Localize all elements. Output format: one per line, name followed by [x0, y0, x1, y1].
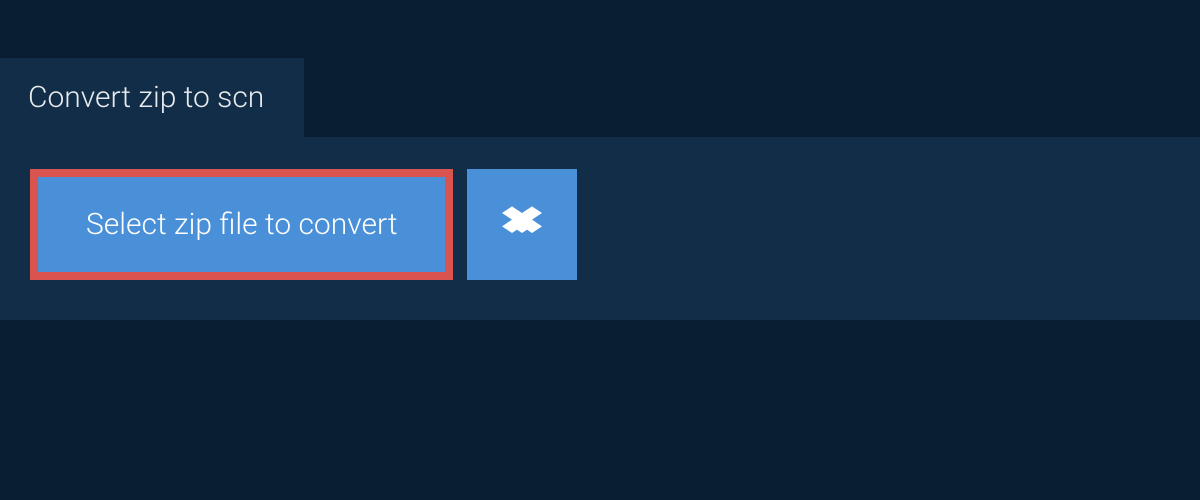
upload-panel: Select zip file to convert — [0, 137, 1200, 320]
upload-row: Select zip file to convert — [30, 169, 1170, 280]
page-title-tab: Convert zip to scn — [0, 58, 304, 137]
dropbox-button[interactable] — [467, 169, 577, 280]
dropbox-icon — [502, 203, 542, 247]
select-file-button[interactable]: Select zip file to convert — [30, 169, 453, 280]
select-file-label: Select zip file to convert — [86, 207, 397, 242]
page-title: Convert zip to scn — [28, 80, 264, 115]
